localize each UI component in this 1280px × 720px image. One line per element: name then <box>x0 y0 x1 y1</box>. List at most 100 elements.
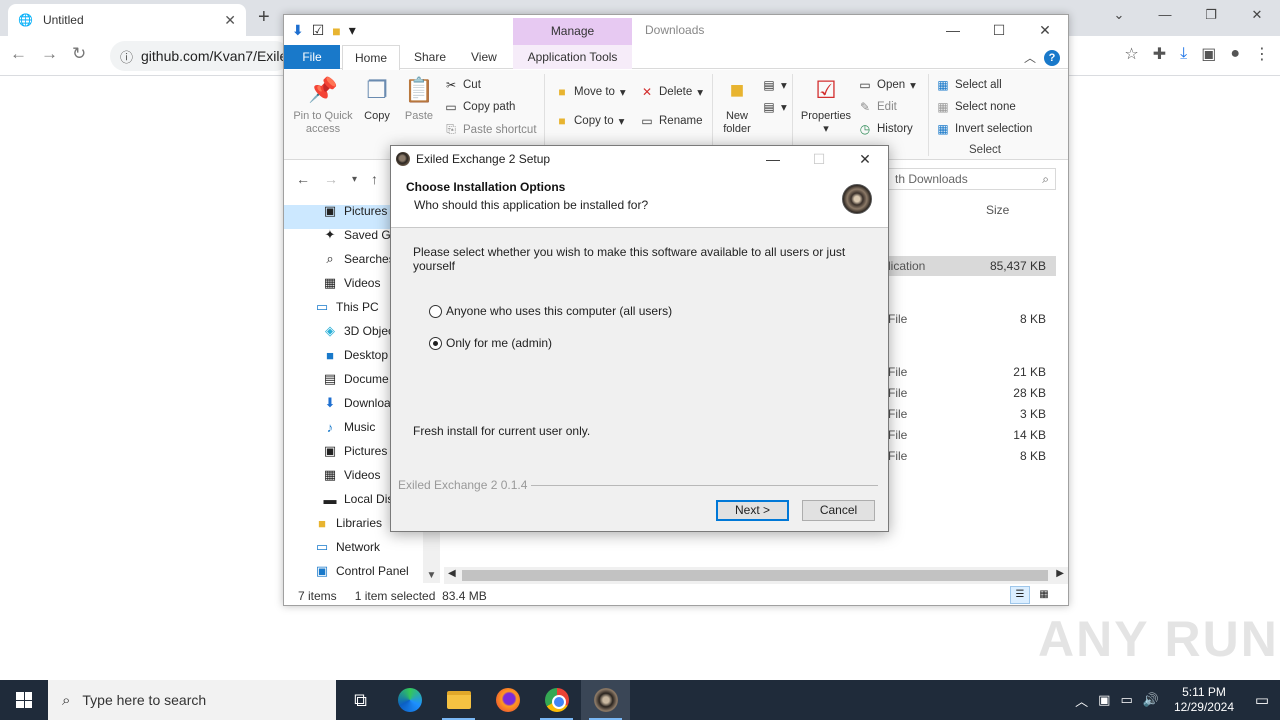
scroll-right-icon[interactable]: ▶ <box>1056 568 1064 579</box>
table-row[interactable]: File 3 KB <box>874 404 1056 424</box>
nav-item-3d-objects[interactable]: ◈ 3D Objec <box>322 319 394 343</box>
explorer-back-icon[interactable]: ← <box>296 171 310 189</box>
extensions-icon[interactable]: ✚ <box>1153 44 1166 64</box>
bookmark-star-icon[interactable]: ☆ <box>1124 44 1138 64</box>
nav-item-videos-pc[interactable]: ▦ Videos <box>322 463 381 487</box>
taskbar-edge[interactable] <box>385 680 434 720</box>
copy-button[interactable]: ❐ Copy <box>360 76 394 123</box>
tab-view[interactable]: View <box>459 45 509 69</box>
option-only-me[interactable]: Only for me (admin) <box>429 336 552 350</box>
forward-icon[interactable]: → <box>41 44 58 64</box>
taskbar-clock[interactable]: 5:11 PM 12/29/2024 <box>1164 685 1244 715</box>
properties-button[interactable]: ☑ Properties ▾ <box>798 76 854 136</box>
recent-locations-icon[interactable]: ▾ <box>352 171 357 189</box>
details-view-icon[interactable]: ☰ <box>1010 586 1030 604</box>
taskbar-setup[interactable] <box>581 680 630 720</box>
browser-close-button[interactable]: ✕ <box>1234 0 1280 30</box>
file-list-horizontal-scrollbar[interactable]: ◀ ▶ <box>444 567 1068 584</box>
nav-item-libraries[interactable]: ■ Libraries <box>314 511 382 535</box>
browser-minimize-button[interactable]: — <box>1142 0 1188 30</box>
browser-restore-button[interactable]: ❐ <box>1188 0 1234 30</box>
collapse-ribbon-icon[interactable]: ︿ <box>1024 49 1036 66</box>
task-view-button[interactable]: ⧉ <box>336 680 385 720</box>
table-row[interactable]: File 28 KB <box>874 383 1056 403</box>
network-tray-icon[interactable]: ▭ <box>1115 692 1137 708</box>
option-all-users[interactable]: Anyone who uses this computer (all users… <box>429 304 672 318</box>
help-icon[interactable]: ? <box>1044 49 1060 66</box>
tab-application-tools[interactable]: Application Tools <box>513 45 632 69</box>
rename-button[interactable]: ▭ Rename <box>640 114 702 128</box>
table-row[interactable]: File 14 KB <box>874 425 1056 445</box>
explorer-minimize-button[interactable]: — <box>930 15 976 45</box>
setup-minimize-button[interactable]: — <box>750 146 796 172</box>
close-tab-icon[interactable]: ✕ <box>224 12 236 29</box>
new-folder-button[interactable]: ■ New folder <box>718 76 756 136</box>
explorer-search-input[interactable]: th Downloads ⌕ <box>888 168 1056 190</box>
cut-button[interactable]: ✂ Cut <box>444 78 481 92</box>
reload-icon[interactable]: ↻ <box>72 44 86 64</box>
nav-item-downloads[interactable]: ⬇ Downloa <box>322 391 391 415</box>
side-panel-icon[interactable]: ▣ <box>1201 44 1216 64</box>
table-row[interactable]: lication 85,437 KB <box>874 256 1056 276</box>
paste-button[interactable]: 📋 Paste <box>402 76 436 123</box>
profile-avatar-icon[interactable]: ● <box>1230 45 1240 63</box>
paste-shortcut-button[interactable]: ⎘ Paste shortcut <box>444 122 536 137</box>
up-folder-icon[interactable]: ↑ <box>371 171 378 189</box>
manage-tab[interactable]: Manage <box>513 18 632 45</box>
tab-home[interactable]: Home <box>342 45 401 70</box>
scroll-down-icon[interactable]: ▼ <box>423 570 440 581</box>
nav-item-pictures[interactable]: ▣ Pictures <box>322 199 388 223</box>
table-row[interactable]: File 8 KB <box>874 309 1056 329</box>
history-button[interactable]: ◷ History <box>858 122 913 136</box>
explorer-forward-icon[interactable]: → <box>324 171 338 189</box>
nav-item-this-pc[interactable]: ▭ This PC <box>314 295 379 319</box>
nav-item-searches[interactable]: ⌕ Searches <box>322 247 394 271</box>
pin-quick-access-button[interactable]: 📌 Pin to Quick access <box>290 76 356 136</box>
radio-only-me[interactable] <box>429 336 442 350</box>
copy-path-button[interactable]: ▭ Copy path <box>444 100 515 114</box>
nav-item-music[interactable]: ♪ Music <box>322 415 376 439</box>
properties-quick-icon[interactable]: ☑ <box>312 22 325 39</box>
address-bar[interactable]: ⓘ github.com/Kvan7/Exile <box>110 41 290 71</box>
taskbar-search-box[interactable]: ⌕ Type here to search <box>48 680 336 720</box>
nav-item-saved-games[interactable]: ✦ Saved Ga <box>322 223 398 247</box>
select-none-button[interactable]: ▦ Select none <box>936 100 1015 114</box>
cancel-button[interactable]: Cancel <box>802 500 875 521</box>
setup-close-button[interactable]: ✕ <box>842 146 888 172</box>
large-icons-view-icon[interactable]: ▦ <box>1034 586 1054 604</box>
copy-to-button[interactable]: ■ Copy to ▾ <box>555 114 624 128</box>
nav-item-local-disk[interactable]: ▬ Local Dis <box>322 487 394 511</box>
back-icon[interactable]: ← <box>10 44 27 64</box>
open-button[interactable]: ▭ Open ▾ <box>858 78 916 92</box>
next-button[interactable]: Next > <box>716 500 789 521</box>
nav-item-desktop[interactable]: ■ Desktop <box>322 343 388 367</box>
radio-all-users[interactable] <box>429 304 442 318</box>
table-row[interactable]: File 8 KB <box>874 446 1056 466</box>
move-to-button[interactable]: ■ Move to ▾ <box>555 85 625 99</box>
explorer-close-button[interactable]: ✕ <box>1022 15 1068 45</box>
tab-search-icon[interactable]: ⌄ <box>1096 0 1142 30</box>
new-item-button[interactable]: ▤ ▾ <box>762 78 786 92</box>
tab-share[interactable]: Share <box>402 45 458 69</box>
scroll-thumb[interactable] <box>462 570 1048 581</box>
browser-menu-icon[interactable]: ⋮ <box>1254 44 1270 64</box>
scroll-left-icon[interactable]: ◀ <box>448 568 456 579</box>
taskbar-file-explorer[interactable] <box>434 680 483 720</box>
notifications-icon[interactable]: ▭ <box>1244 691 1280 709</box>
browser-tab[interactable]: 🌐 Untitled ✕ <box>8 4 246 36</box>
nav-item-documents[interactable]: ▤ Docume <box>322 367 389 391</box>
nav-item-network[interactable]: ▭ Network <box>314 535 380 559</box>
device-icon[interactable]: ▣ <box>1093 692 1115 708</box>
taskbar-chrome[interactable] <box>532 680 581 720</box>
start-button[interactable] <box>0 680 48 720</box>
select-all-button[interactable]: ▦ Select all <box>936 78 1001 92</box>
easy-access-button[interactable]: ▤ ▾ <box>762 100 786 114</box>
invert-selection-button[interactable]: ▦ Invert selection <box>936 122 1032 136</box>
new-tab-button[interactable]: + <box>258 6 270 29</box>
nav-item-control-panel[interactable]: ▣ Control Panel <box>314 559 409 583</box>
nav-item-videos[interactable]: ▦ Videos <box>322 271 381 295</box>
show-hidden-icons-icon[interactable]: ︿ <box>1070 691 1093 710</box>
tab-file[interactable]: File <box>284 45 340 69</box>
column-header-size[interactable]: Size <box>986 203 1009 217</box>
taskbar-firefox[interactable] <box>483 680 532 720</box>
